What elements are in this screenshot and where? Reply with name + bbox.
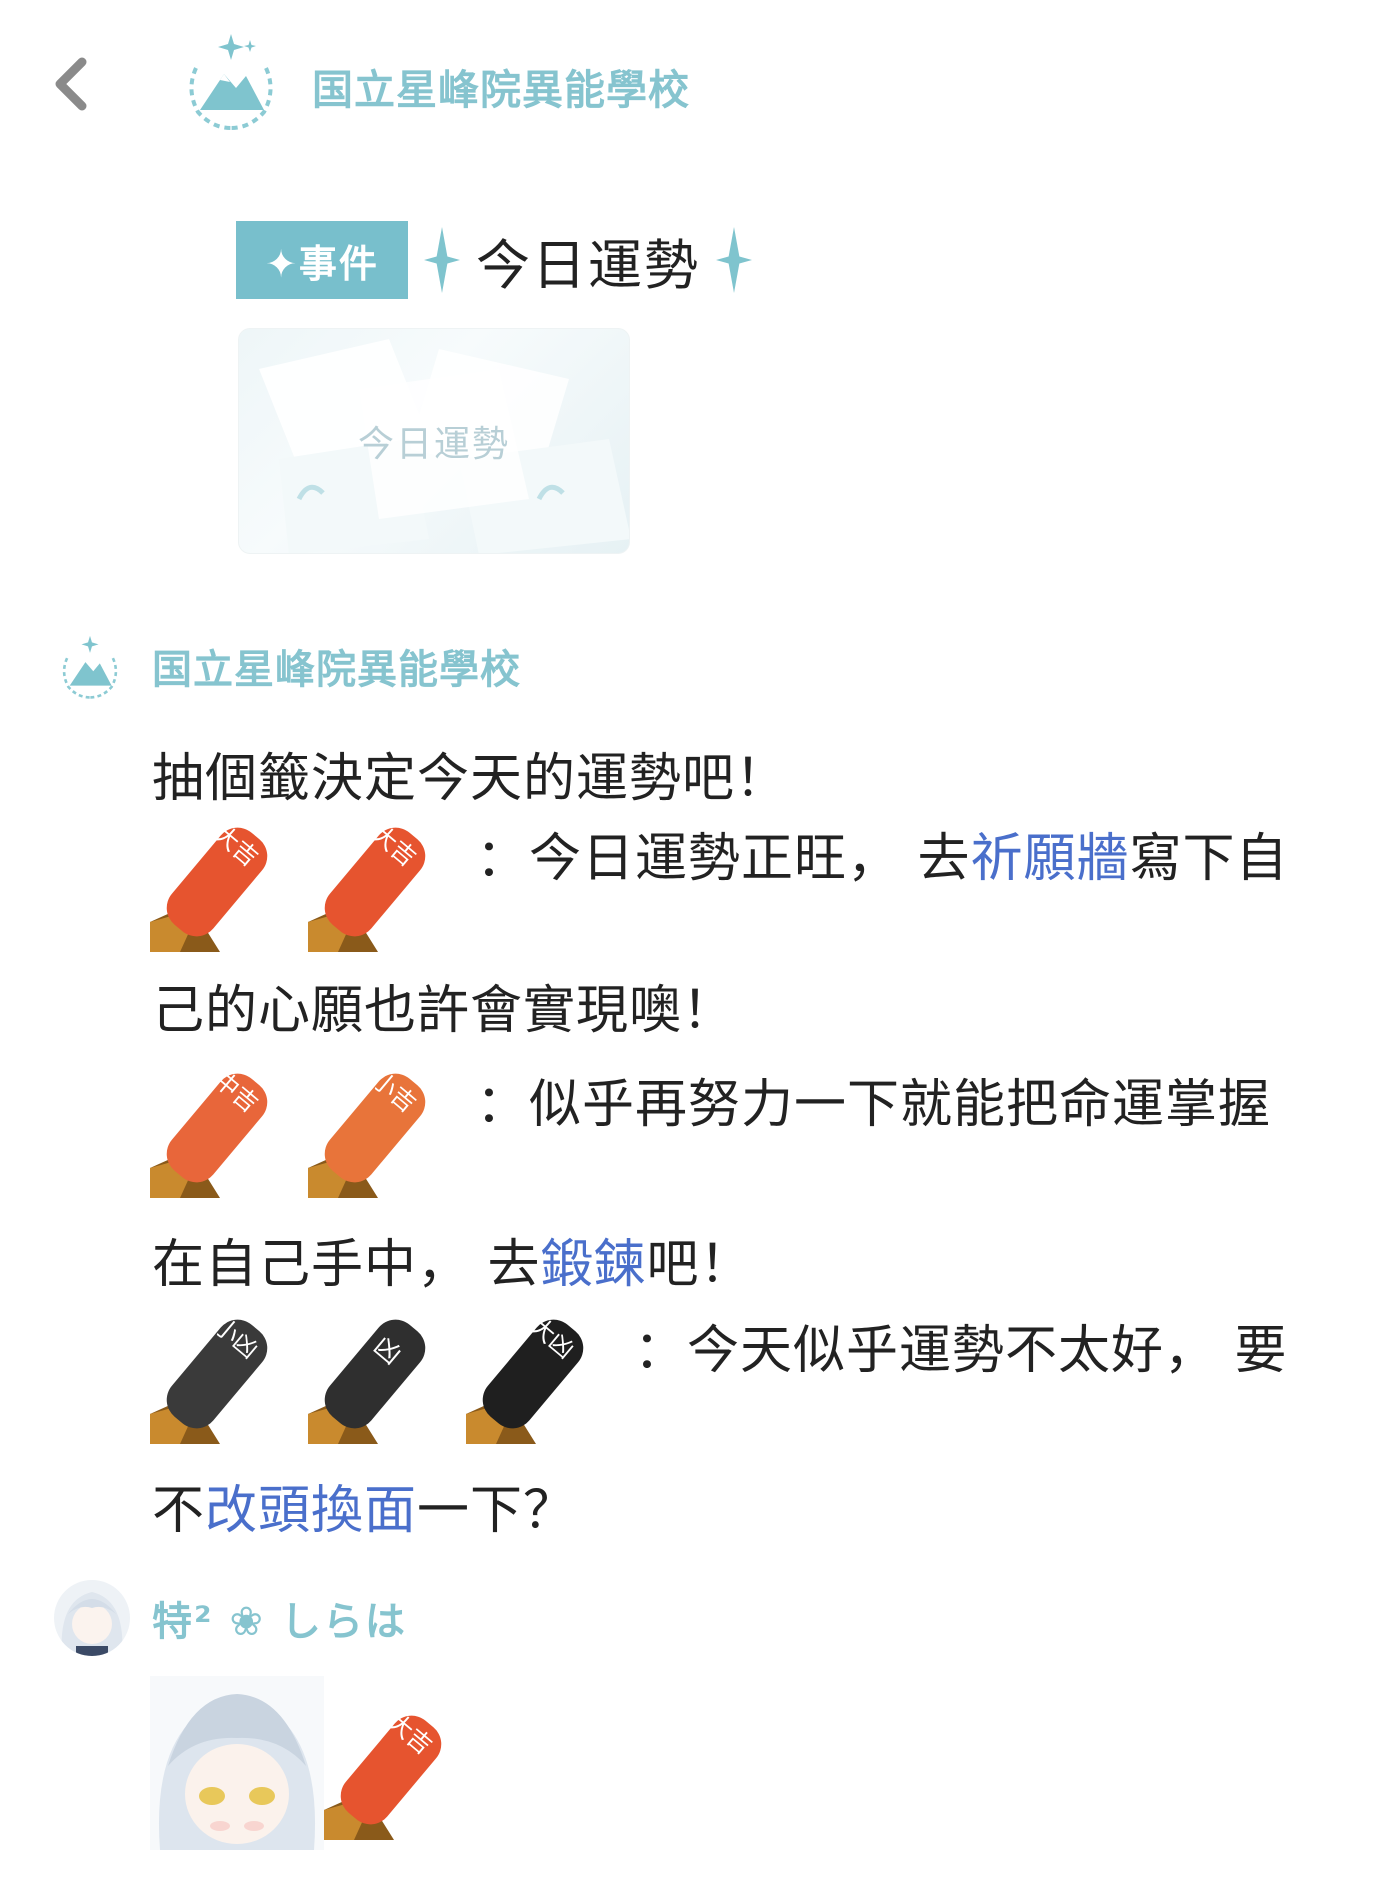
fortune-stick-daikichi-icon: 大吉 bbox=[150, 812, 284, 952]
sparkle-icon bbox=[424, 227, 460, 293]
text-segment: 寫下自 bbox=[1129, 829, 1289, 889]
fortune-stick-daikichi-icon: 大吉 bbox=[308, 812, 442, 952]
post-text-line: 己的心願也許會實現噢！ bbox=[152, 981, 736, 1041]
post-text-line: ：今天似乎運勢不太好， 要 bbox=[634, 1321, 1288, 1381]
text-segment: 一下？ bbox=[417, 1481, 577, 1541]
text-segment: 不 bbox=[152, 1481, 206, 1541]
text-segment: 在自己手中， 去 bbox=[152, 1235, 541, 1295]
post-author-name[interactable]: 国立星峰院異能學校 bbox=[152, 637, 521, 695]
event-tag-badge: ✦事件 bbox=[236, 221, 408, 299]
event-title: 今日運勢 bbox=[476, 233, 700, 297]
event-card-caption: 今日運勢 bbox=[357, 424, 510, 465]
event-title-row: ✦事件 今日運勢 bbox=[236, 220, 768, 300]
post-header: 国立星峰院異能學校 bbox=[54, 628, 521, 704]
post-text-line: ：今日運勢正旺， 去祈願牆寫下自 bbox=[476, 816, 1289, 891]
training-link[interactable]: 鍛鍊 bbox=[541, 1235, 647, 1295]
sparkle-icon bbox=[716, 227, 752, 293]
fortune-stick-shokichi-icon: 小吉 bbox=[308, 1058, 442, 1198]
fortune-stick-daikyo-icon: 大凶 bbox=[466, 1304, 600, 1444]
fortune-stick-daikichi-icon: 大吉 bbox=[324, 1700, 458, 1840]
post-text-line: ：似乎再努力一下就能把命運掌握 bbox=[476, 1075, 1272, 1135]
user-avatar[interactable] bbox=[54, 1580, 130, 1656]
mountain-laurel-logo-icon bbox=[189, 34, 273, 130]
fortune-stick-kyo-icon: 凶 bbox=[308, 1304, 442, 1444]
text-segment: ：今日運勢正旺， 去 bbox=[476, 829, 971, 889]
fortune-stick-chukichi-icon: 中吉 bbox=[150, 1058, 284, 1198]
post-text-line: 不改頭換面一下？ bbox=[152, 1468, 576, 1543]
school-logo-avatar[interactable] bbox=[54, 630, 126, 702]
wish-wall-link[interactable]: 祈願牆 bbox=[971, 829, 1130, 889]
fortune-stick-shokyo-icon: 小凶 bbox=[150, 1304, 284, 1444]
page-title: 国立星峰院異能學校 bbox=[312, 66, 690, 114]
text-segment: 吧！ bbox=[646, 1235, 753, 1295]
top-bar: 国立星峰院異能學校 bbox=[0, 0, 1400, 170]
post-text-line: 抽個籤決定今天的運勢吧！ bbox=[152, 749, 789, 809]
reply-character-image[interactable] bbox=[150, 1676, 324, 1850]
reply-header: 特² ❀ しらは bbox=[54, 1576, 407, 1660]
reply-user-name[interactable]: 特² ❀ しらは bbox=[152, 1589, 407, 1647]
post-text-line: 在自己手中， 去鍛鍊吧！ bbox=[152, 1222, 753, 1297]
event-card-image[interactable]: 今日運勢 bbox=[238, 328, 630, 554]
chevron-left-icon[interactable] bbox=[44, 52, 104, 116]
makeover-link[interactable]: 改頭換面 bbox=[205, 1481, 417, 1541]
